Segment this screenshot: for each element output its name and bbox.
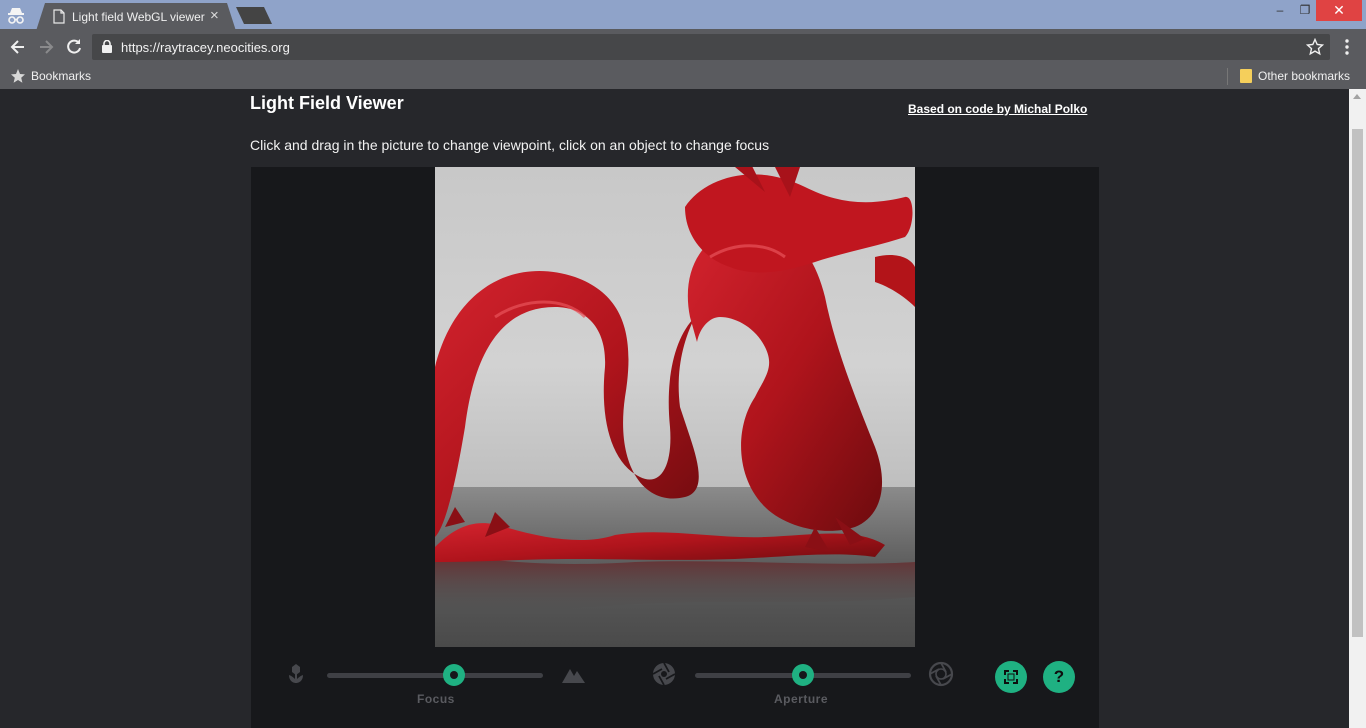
- instructions-text: Click and drag in the picture to change …: [250, 137, 770, 153]
- page-title: Light Field Viewer: [250, 93, 404, 113]
- forward-arrow-icon[interactable]: [36, 37, 56, 57]
- tab-title: Light field WebGL viewer: [72, 10, 205, 24]
- aperture-closed-icon: [652, 662, 676, 686]
- bookmarks-separator: [1227, 68, 1228, 85]
- fullscreen-icon: [1004, 670, 1018, 684]
- bookmarks-star-icon[interactable]: [10, 68, 26, 84]
- focus-slider-track[interactable]: [327, 673, 543, 678]
- browser-tabstrip: Light field WebGL viewer × – ❐ ✕: [0, 0, 1366, 31]
- help-icon: ?: [1053, 667, 1065, 686]
- scroll-thumb[interactable]: [1352, 129, 1363, 637]
- aperture-open-icon: [928, 661, 954, 687]
- page-favicon-icon: [53, 9, 65, 24]
- light-field-viewer: Focus Aperture ?: [251, 167, 1099, 728]
- help-button[interactable]: ?: [1043, 661, 1075, 693]
- folder-icon[interactable]: [1240, 69, 1252, 83]
- focus-slider-knob[interactable]: [443, 664, 466, 686]
- reload-icon[interactable]: [64, 37, 84, 57]
- credit-link[interactable]: Based on code by Michal Polko: [908, 102, 1087, 116]
- bookmarks-label[interactable]: Bookmarks: [31, 69, 91, 83]
- page-content: Light Field Viewer Based on code by Mich…: [0, 89, 1349, 728]
- browser-menu-icon[interactable]: [1340, 39, 1354, 55]
- light-field-render[interactable]: [435, 167, 915, 647]
- bookmarks-bar: Bookmarks Other bookmarks: [0, 65, 1366, 89]
- tab-close-icon[interactable]: ×: [210, 7, 219, 25]
- scroll-up-arrow-icon[interactable]: [1353, 94, 1361, 99]
- incognito-icon: [8, 8, 24, 24]
- lock-icon[interactable]: [102, 40, 112, 53]
- other-bookmarks-label[interactable]: Other bookmarks: [1258, 69, 1350, 83]
- back-arrow-icon[interactable]: [8, 37, 28, 57]
- mountain-icon: [562, 669, 585, 683]
- aperture-label: Aperture: [774, 692, 829, 706]
- viewer-controls: Focus Aperture ?: [251, 657, 1099, 717]
- macro-flower-icon: [289, 664, 303, 683]
- url-text[interactable]: https://raytracey.neocities.org: [121, 40, 290, 55]
- aperture-slider-knob[interactable]: [792, 664, 814, 686]
- focus-label: Focus: [417, 692, 455, 706]
- new-tab-button[interactable]: [236, 7, 272, 24]
- page-scrollbar[interactable]: [1349, 89, 1366, 728]
- browser-toolbar: https://raytracey.neocities.org: [0, 29, 1366, 65]
- close-window-button[interactable]: ✕: [1316, 0, 1362, 21]
- bookmark-star-icon[interactable]: [1306, 38, 1324, 56]
- browser-tab-active[interactable]: Light field WebGL viewer ×: [36, 3, 236, 31]
- address-bar[interactable]: https://raytracey.neocities.org: [92, 34, 1330, 60]
- fullscreen-button[interactable]: [995, 661, 1027, 693]
